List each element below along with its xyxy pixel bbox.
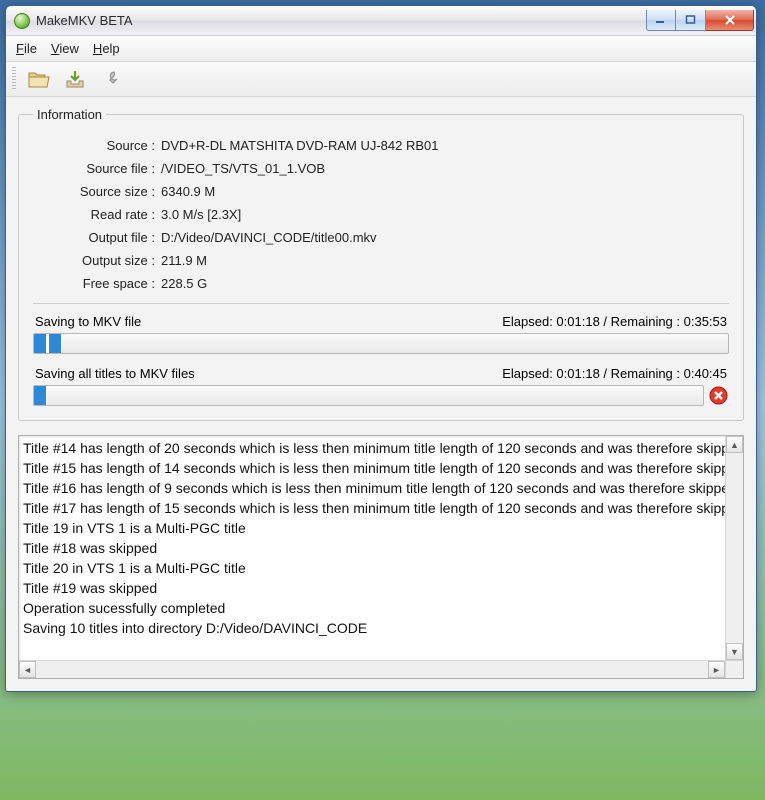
cancel-button[interactable]	[708, 385, 729, 406]
horizontal-scrollbar[interactable]: ◄ ►	[19, 660, 725, 678]
log-line: Operation sucessfully completed	[23, 598, 721, 618]
log-line: Title #16 has length of 9 seconds which …	[23, 478, 721, 498]
info-grid: Source : DVD+R-DL MATSHITA DVD-RAM UJ-84…	[55, 138, 729, 291]
log-line: Title 19 in VTS 1 is a Multi-PGC title	[23, 518, 721, 538]
log-line: Title #14 has length of 20 seconds which…	[23, 438, 721, 458]
toolbar-grip[interactable]	[12, 67, 16, 91]
maximize-button[interactable]	[676, 10, 706, 31]
menu-file[interactable]: File	[10, 39, 43, 58]
value-output-size: 211.9 M	[161, 253, 729, 268]
task1-label: Saving to MKV file	[35, 314, 141, 329]
label-output-file: Output file :	[55, 230, 155, 245]
cancel-icon	[709, 386, 728, 405]
value-read-rate: 3.0 M/s [2.3X]	[161, 207, 729, 222]
close-button[interactable]	[706, 10, 754, 31]
maximize-icon	[685, 15, 697, 25]
vertical-scrollbar[interactable]: ▲ ▼	[725, 436, 743, 660]
menu-help[interactable]: Help	[87, 39, 126, 58]
log-line: Title 20 in VTS 1 is a Multi-PGC title	[23, 558, 721, 578]
menubar: File View Help	[6, 36, 756, 62]
wrench-icon	[99, 68, 123, 90]
minimize-button[interactable]	[646, 10, 676, 31]
task2-label: Saving all titles to MKV files	[35, 366, 195, 381]
scroll-down-button[interactable]: ▼	[726, 643, 743, 660]
label-read-rate: Read rate :	[55, 207, 155, 222]
app-window: MakeMKV BETA File View Help	[5, 5, 757, 692]
scroll-track-v[interactable]	[726, 453, 743, 643]
scroll-up-button[interactable]: ▲	[726, 436, 743, 453]
information-legend: Information	[33, 107, 106, 122]
task2-time: Elapsed: 0:01:18 / Remaining : 0:40:45	[502, 366, 727, 381]
folder-open-icon	[27, 68, 51, 90]
open-folder-button[interactable]	[24, 65, 54, 93]
minimize-icon	[655, 15, 667, 25]
task1-progressbar	[33, 333, 729, 354]
menu-view[interactable]: View	[45, 39, 85, 58]
client-area: Information Source : DVD+R-DL MATSHITA D…	[6, 97, 756, 691]
log-line: Title #15 has length of 14 seconds which…	[23, 458, 721, 478]
task1-row: Saving to MKV file Elapsed: 0:01:18 / Re…	[33, 312, 729, 333]
app-icon	[14, 13, 30, 29]
label-free-space: Free space :	[55, 276, 155, 291]
log-textarea[interactable]: Title #14 has length of 20 seconds which…	[18, 435, 744, 679]
label-source-size: Source size :	[55, 184, 155, 199]
save-button[interactable]	[60, 65, 90, 93]
log-line: Title #18 was skipped	[23, 538, 721, 558]
value-source: DVD+R-DL MATSHITA DVD-RAM UJ-842 RB01	[161, 138, 729, 153]
scroll-track-h[interactable]	[36, 661, 708, 678]
value-output-file: D:/Video/DAVINCI_CODE/title00.mkv	[161, 230, 729, 245]
value-source-size: 6340.9 M	[161, 184, 729, 199]
log-line: Title #17 has length of 15 seconds which…	[23, 498, 721, 518]
task2-row: Saving all titles to MKV files Elapsed: …	[33, 364, 729, 385]
close-icon	[723, 15, 737, 25]
window-controls	[646, 10, 754, 32]
value-free-space: 228.5 G	[161, 276, 729, 291]
label-source-file: Source file :	[55, 161, 155, 176]
label-source: Source :	[55, 138, 155, 153]
window-title: MakeMKV BETA	[36, 13, 133, 28]
log-content: Title #14 has length of 20 seconds which…	[19, 436, 725, 660]
toolbar	[6, 62, 756, 97]
settings-button[interactable]	[96, 65, 126, 93]
log-line: Saving 10 titles into directory D:/Video…	[23, 618, 721, 638]
tray-arrow-icon	[63, 68, 87, 90]
label-output-size: Output size :	[55, 253, 155, 268]
scroll-left-button[interactable]: ◄	[19, 661, 36, 678]
log-line: Title #19 was skipped	[23, 578, 721, 598]
scroll-corner	[725, 660, 743, 678]
separator	[33, 303, 729, 304]
scroll-right-button[interactable]: ►	[708, 661, 725, 678]
task1-time: Elapsed: 0:01:18 / Remaining : 0:35:53	[502, 314, 727, 329]
information-group: Information Source : DVD+R-DL MATSHITA D…	[18, 107, 744, 421]
titlebar[interactable]: MakeMKV BETA	[6, 6, 756, 36]
value-source-file: /VIDEO_TS/VTS_01_1.VOB	[161, 161, 729, 176]
task2-progressbar	[33, 385, 704, 406]
